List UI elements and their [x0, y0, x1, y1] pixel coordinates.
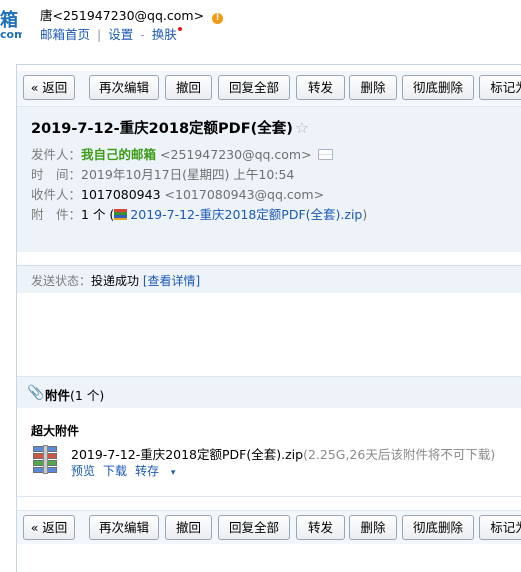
to-label: 收件人： — [31, 187, 82, 202]
new-dot-icon — [177, 27, 182, 31]
delete-button[interactable]: 删除 — [349, 75, 397, 100]
attachments-section: 📎 附件(1 个) 超大附件 2019-7-12-重庆2018定额PDF(全套)… — [17, 376, 521, 497]
top-toolbar: « 返回 再次编辑 撤回 回复全部 转发 删除 彻底删除 标记为 — [17, 71, 521, 105]
attachment-count: 1 个 ( — [81, 207, 115, 222]
mail-read-panel: « 返回 再次编辑 撤回 回复全部 转发 删除 彻底删除 标记为 2019-7-… — [16, 64, 521, 572]
re-edit-button[interactable]: 再次编辑 — [89, 75, 159, 100]
from-label: 发件人： — [31, 147, 82, 162]
paperclip-icon: 📎 — [27, 385, 45, 401]
attachment-file-name[interactable]: 2019-7-12-重庆2018定额PDF(全套).zip — [71, 447, 303, 462]
large-attachment-heading: 超大附件 — [31, 424, 80, 438]
forward-button[interactable]: 转发 — [296, 75, 345, 100]
send-status: 发送状态：投递成功 [查看详情] — [31, 272, 200, 289]
delete-button-bottom[interactable]: 删除 — [349, 515, 397, 540]
skin-link[interactable]: 换肤 — [152, 27, 177, 42]
mail-subject: 2019-7-12-重庆2018定额PDF(全套) ☆ — [31, 117, 309, 138]
mailbox-home-link[interactable]: 邮箱首页 — [40, 27, 90, 42]
recipient-email: <1017080943@qq.com> — [164, 187, 325, 202]
chevron-down-icon: ▾ — [170, 468, 176, 478]
send-status-bar: 发送状态：投递成功 [查看详情] — [17, 265, 521, 293]
sender-email: <251947230@qq.com> — [160, 147, 312, 162]
recall-button-bottom[interactable]: 撤回 — [165, 515, 212, 540]
attachments-title-text: 附件 — [45, 388, 71, 403]
warning-icon[interactable]: ! — [212, 13, 224, 24]
back-button[interactable]: « 返回 — [23, 75, 75, 100]
delete-permanently-button[interactable]: 彻底删除 — [402, 75, 474, 100]
attachment-file-note: (2.25G,26天后该附件将不可下载) — [303, 447, 496, 462]
attachment-actions: 预览 下载 转存 ▾ — [71, 462, 191, 479]
bottom-toolbar: « 返回 再次编辑 撤回 回复全部 转发 删除 彻底删除 标记为 — [17, 510, 521, 544]
logo-domain: com — [0, 28, 22, 40]
sent-time: 2019年10月17日(星期四) 上午10:54 — [81, 167, 295, 182]
qq-mail-logo[interactable]: 箱 com — [0, 6, 22, 40]
to-row: 收件人：1017080943 <1017080943@qq.com> — [31, 184, 324, 203]
mail-header: 2019-7-12-重庆2018定额PDF(全套) ☆ 发件人：我自己的邮箱 <2… — [17, 106, 521, 293]
mark-as-button-bottom[interactable]: 标记为 — [479, 515, 521, 540]
account-address: 唐<251947230@qq.com> — [40, 8, 205, 23]
attachment-close-paren: ) — [362, 207, 368, 222]
zip-file-icon[interactable] — [33, 445, 59, 475]
time-label: 时 间： — [31, 167, 82, 182]
delete-permanently-button-bottom[interactable]: 彻底删除 — [402, 515, 474, 540]
re-edit-button-bottom[interactable]: 再次编辑 — [89, 515, 159, 540]
preview-link[interactable]: 预览 — [71, 464, 95, 478]
recall-button[interactable]: 撤回 — [165, 75, 212, 100]
link-separator: | — [97, 27, 102, 42]
settings-link[interactable]: 设置 — [108, 27, 133, 42]
account-links: 邮箱首页 | 设置 - 换肤 — [40, 24, 182, 43]
from-row: 发件人：我自己的邮箱 <251947230@qq.com> — [31, 144, 333, 163]
back-button-bottom[interactable]: « 返回 — [23, 515, 75, 540]
status-label: 发送状态： — [31, 274, 92, 288]
attachment-label: 附 件： — [31, 207, 82, 222]
sender-name[interactable]: 我自己的邮箱 — [81, 147, 156, 162]
link-dash: - — [140, 27, 145, 42]
star-icon[interactable]: ☆ — [295, 118, 309, 137]
account-info: 唐<251947230@qq.com>! — [40, 5, 224, 24]
contact-card-icon[interactable] — [317, 149, 333, 160]
reply-all-button[interactable]: 回复全部 — [218, 75, 290, 100]
reply-all-button-bottom[interactable]: 回复全部 — [218, 515, 290, 540]
status-value: 投递成功 — [91, 274, 140, 288]
save-to-link[interactable]: 转存 ▾ — [135, 464, 183, 478]
attachment-row: 附 件：1 个 ( 2019-7-12-重庆2018定额PDF(全套).zip) — [31, 204, 367, 223]
time-row: 时 间：2019年10月17日(星期四) 上午10:54 — [31, 164, 294, 183]
attachments-count: (1 个) — [70, 388, 105, 403]
attachments-header: 📎 附件(1 个) — [17, 377, 521, 408]
attachment-file: 2019-7-12-重庆2018定额PDF(全套).zip(2.25G,26天后… — [71, 444, 495, 463]
view-details-link[interactable]: [查看详情] — [143, 274, 200, 288]
save-to-label: 转存 — [135, 464, 160, 478]
mark-as-button[interactable]: 标记为 — [479, 75, 521, 100]
forward-button-bottom[interactable]: 转发 — [296, 515, 345, 540]
download-link[interactable]: 下载 — [103, 464, 127, 478]
subject-text: 2019-7-12-重庆2018定额PDF(全套) — [31, 121, 293, 137]
zip-icon — [114, 209, 128, 220]
attachment-link[interactable]: 2019-7-12-重庆2018定额PDF(全套).zip — [130, 207, 362, 222]
recipient-name[interactable]: 1017080943 — [81, 187, 161, 202]
attachments-title: 附件(1 个) — [45, 385, 104, 404]
